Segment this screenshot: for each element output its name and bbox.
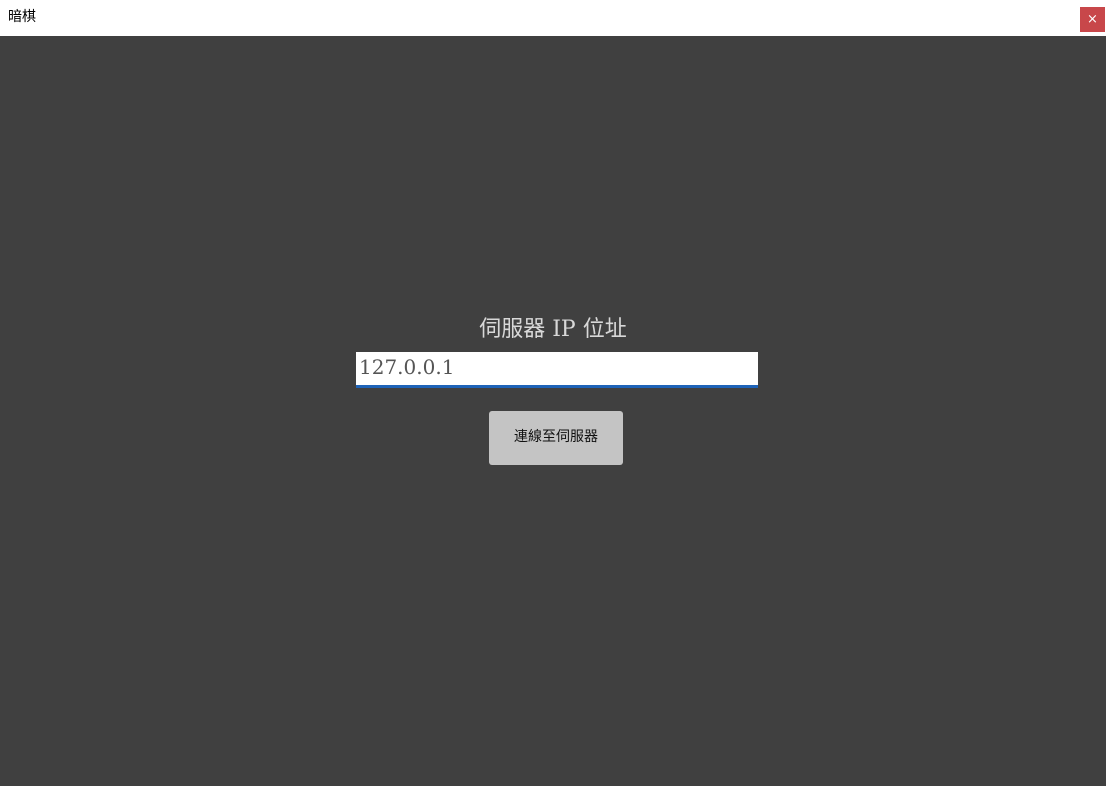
window-title: 暗棋 — [8, 9, 36, 25]
close-button[interactable]: × — [1080, 7, 1105, 32]
connect-server-button[interactable]: 連線至伺服器 — [489, 411, 623, 465]
server-ip-input[interactable] — [356, 352, 758, 388]
connect-panel: 伺服器 IP 位址 連線至伺服器 — [0, 36, 1106, 786]
close-icon: × — [1087, 12, 1098, 27]
title-bar[interactable]: 暗棋 × — [0, 0, 1106, 36]
server-ip-label: 伺服器 IP 位址 — [479, 317, 627, 342]
app-window: 暗棋 × 伺服器 IP 位址 連線至伺服器 — [0, 0, 1106, 786]
